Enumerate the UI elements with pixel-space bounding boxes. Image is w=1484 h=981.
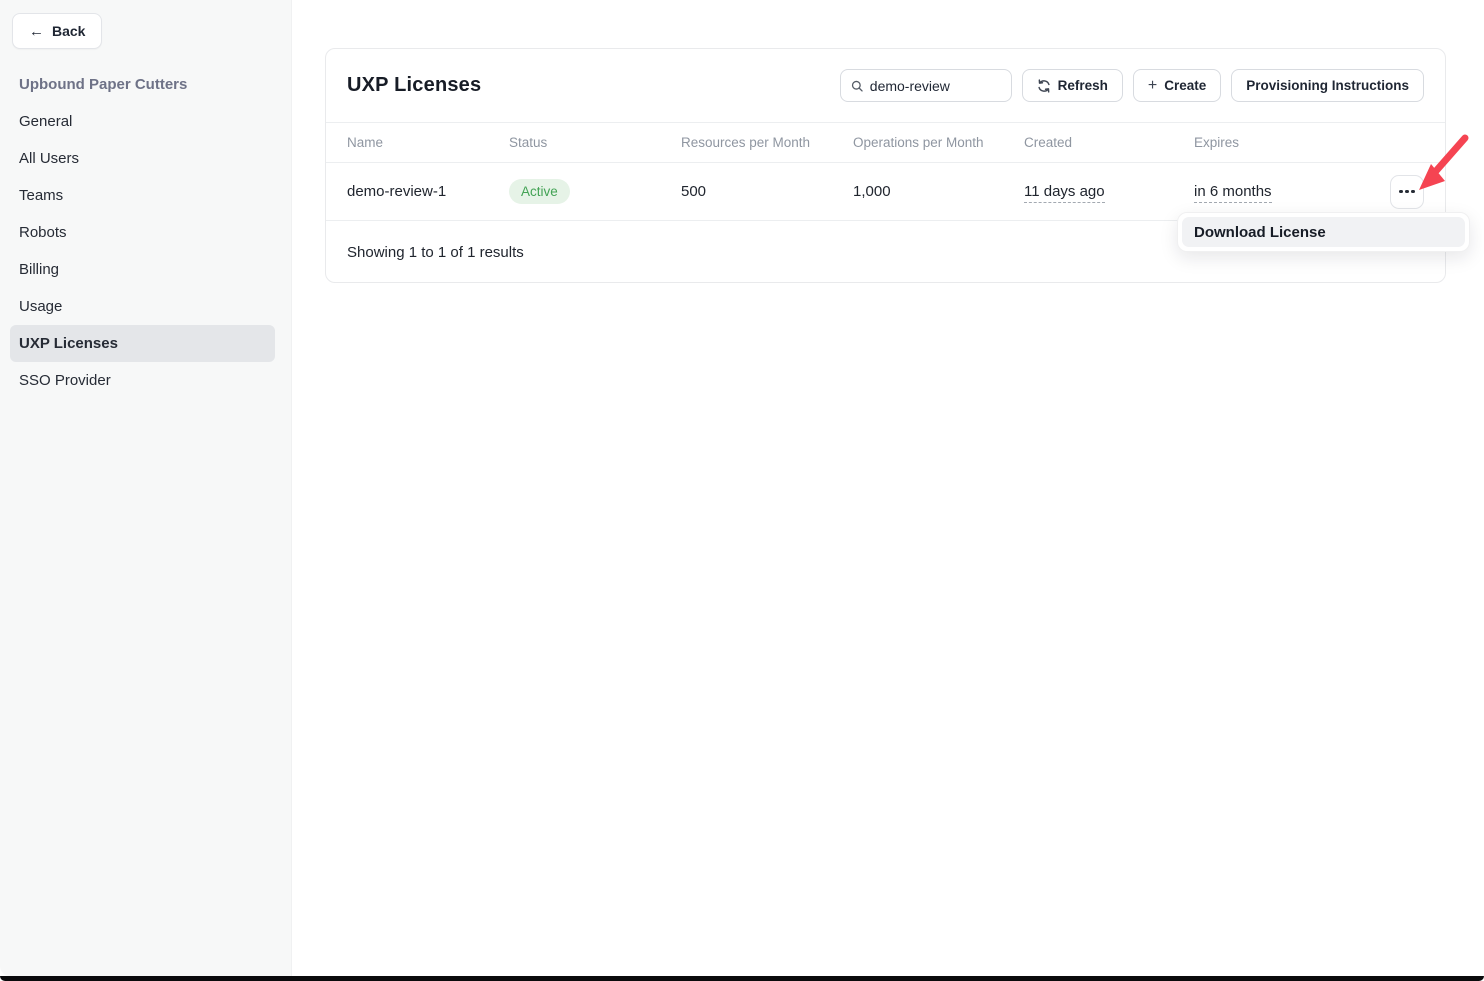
card-header: UXP Licenses Refresh + bbox=[326, 49, 1445, 123]
table-header-row: Name Status Resources per Month Operatio… bbox=[326, 123, 1445, 163]
sidebar-item-general[interactable]: General bbox=[10, 103, 275, 140]
back-button-label: Back bbox=[52, 23, 85, 39]
sidebar-item-billing[interactable]: Billing bbox=[10, 251, 275, 288]
cell-resources: 500 bbox=[681, 183, 853, 200]
expires-relative-time[interactable]: in 6 months bbox=[1194, 183, 1272, 203]
sidebar-item-robots[interactable]: Robots bbox=[10, 214, 275, 251]
cell-expires: in 6 months bbox=[1194, 183, 1376, 200]
create-button[interactable]: + Create bbox=[1133, 69, 1221, 102]
refresh-button-label: Refresh bbox=[1058, 78, 1108, 93]
sidebar: ← Back Upbound Paper Cutters General All… bbox=[0, 0, 292, 976]
cell-operations: 1,000 bbox=[853, 183, 1024, 200]
row-actions-menu-button[interactable] bbox=[1390, 175, 1424, 209]
refresh-icon bbox=[1037, 79, 1051, 93]
cell-name: demo-review-1 bbox=[347, 183, 509, 200]
column-header-expires: Expires bbox=[1194, 135, 1376, 150]
column-header-status: Status bbox=[509, 135, 681, 150]
sidebar-item-uxp-licenses[interactable]: UXP Licenses bbox=[10, 325, 275, 362]
search-input[interactable] bbox=[870, 78, 1001, 94]
sidebar-item-usage[interactable]: Usage bbox=[10, 288, 275, 325]
window-bottom-edge bbox=[0, 976, 1484, 981]
create-button-label: Create bbox=[1164, 78, 1206, 93]
provisioning-instructions-label: Provisioning Instructions bbox=[1246, 78, 1409, 93]
cell-created: 11 days ago bbox=[1024, 183, 1194, 200]
page-title: UXP Licenses bbox=[347, 74, 481, 97]
back-arrow-icon: ← bbox=[29, 24, 44, 39]
cell-status: Active bbox=[509, 179, 681, 204]
column-header-created: Created bbox=[1024, 135, 1194, 150]
cell-actions bbox=[1376, 175, 1424, 209]
created-relative-time[interactable]: 11 days ago bbox=[1024, 183, 1105, 203]
toolbar: Refresh + Create Provisioning Instructio… bbox=[840, 69, 1424, 102]
status-badge: Active bbox=[509, 179, 570, 204]
menu-item-download-license[interactable]: Download License bbox=[1182, 217, 1465, 247]
results-summary: Showing 1 to 1 of 1 results bbox=[347, 244, 524, 261]
search-box[interactable] bbox=[840, 69, 1012, 102]
search-icon bbox=[851, 79, 863, 93]
refresh-button[interactable]: Refresh bbox=[1022, 69, 1123, 102]
sidebar-item-teams[interactable]: Teams bbox=[10, 177, 275, 214]
provisioning-instructions-button[interactable]: Provisioning Instructions bbox=[1231, 69, 1424, 102]
column-header-operations: Operations per Month bbox=[853, 135, 1024, 150]
ellipsis-icon bbox=[1399, 190, 1403, 194]
plus-icon: + bbox=[1148, 78, 1157, 94]
sidebar-item-all-users[interactable]: All Users bbox=[10, 140, 275, 177]
column-header-resources: Resources per Month bbox=[681, 135, 853, 150]
sidebar-item-sso-provider[interactable]: SSO Provider bbox=[10, 362, 275, 399]
back-button[interactable]: ← Back bbox=[12, 13, 102, 49]
sidebar-nav: General All Users Teams Robots Billing U… bbox=[10, 103, 275, 399]
column-header-name: Name bbox=[347, 135, 509, 150]
row-actions-dropdown: Download License bbox=[1177, 212, 1470, 252]
org-name: Upbound Paper Cutters bbox=[19, 76, 187, 93]
